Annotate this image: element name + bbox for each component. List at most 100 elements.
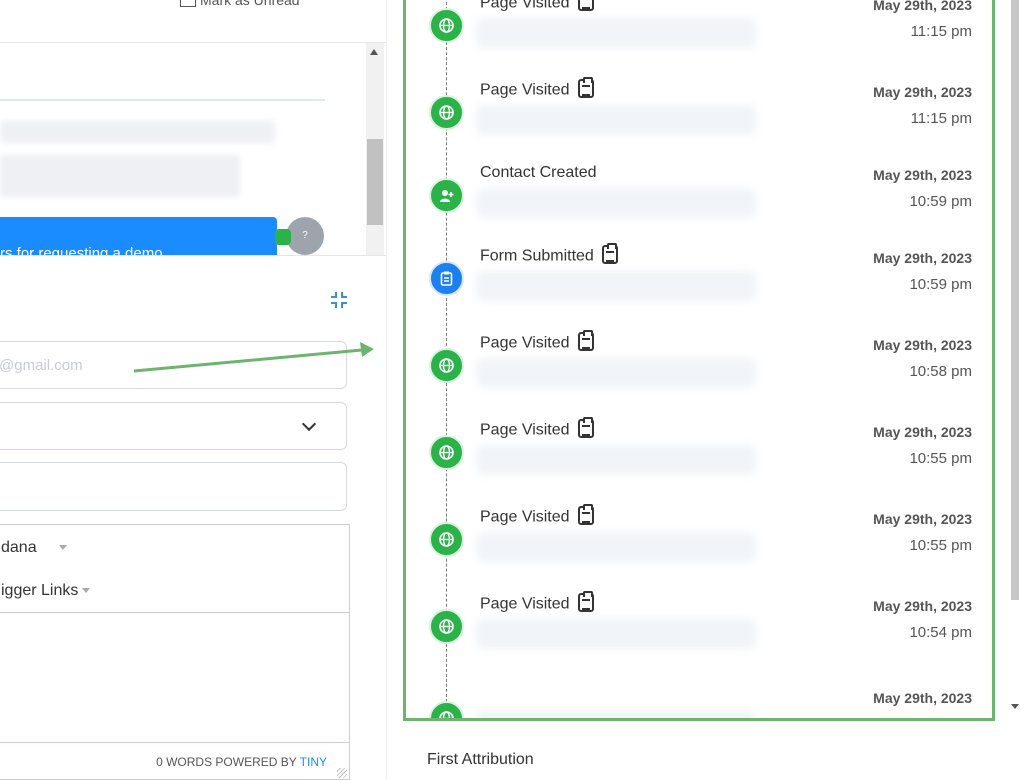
chat-badge-icon (275, 229, 291, 245)
redacted-message (0, 121, 275, 143)
event-title: Page Visited (480, 591, 594, 614)
event-time: 11:15 pm (910, 23, 972, 40)
event-title-text: Page Visited (480, 508, 570, 526)
event-time: 10:59 pm (909, 193, 972, 210)
event-title-text: Form Submitted (480, 247, 594, 265)
scroll-down-icon[interactable] (1011, 704, 1019, 709)
globe-icon (429, 95, 464, 130)
redacted-event-detail (476, 188, 756, 218)
event-title: Page Visited (480, 330, 594, 353)
first-attribution-label: First Attribution (427, 751, 534, 768)
activity-timeline[interactable]: Page Visited May 29th, 2023 11:15 pm Page V… (403, 0, 995, 721)
clipboard-icon[interactable] (577, 77, 594, 98)
event-title: Page Visited (480, 504, 594, 527)
redacted-message (0, 155, 240, 197)
clipboard-icon (429, 261, 464, 296)
email-field-value: @gmail.com (0, 357, 83, 374)
clipboard-icon[interactable] (577, 0, 594, 11)
rich-text-editor[interactable]: dana igger Links 0 WORDS POWERED BY TINY (0, 524, 350, 780)
chat-scrollbar[interactable] (366, 43, 384, 255)
event-time: 10:55 pm (909, 450, 972, 467)
trigger-links-dropdown[interactable]: igger Links (1, 582, 91, 600)
event-time: 11:15 pm (910, 110, 972, 127)
timeline-event[interactable]: Page Visited May 29th, 2023 11:15 pm (406, 0, 992, 81)
avatar: ? (286, 217, 324, 255)
subject-field[interactable] (0, 462, 347, 511)
word-count-label: 0 WORDS POWERED BY (156, 755, 300, 769)
scroll-thumb[interactable] (367, 139, 383, 225)
from-select[interactable] (0, 402, 347, 450)
clipboard-icon[interactable] (577, 591, 594, 612)
event-time: 10:59 pm (909, 276, 972, 293)
event-title-text: Page Visited (480, 334, 570, 352)
timeline-event[interactable]: Page Visited May 29th, 2023 10:58 pm (406, 330, 992, 421)
tiny-link[interactable]: TINY (300, 755, 327, 769)
event-title-text: Contact Created (480, 164, 597, 181)
globe-icon (429, 609, 464, 644)
mark-unread-button[interactable]: Mark as Unread (180, 0, 300, 8)
compose-form: @gmail.com dana igger Links 0 WORDS POWE… (0, 257, 386, 780)
redacted-event-detail (476, 445, 756, 475)
event-date: May 29th, 2023 (873, 0, 972, 13)
event-date: May 29th, 2023 (873, 424, 972, 440)
conversation-pane: Mark as Unread rs for requesting a demo … (0, 0, 386, 780)
add-user-icon (429, 178, 464, 213)
redacted-event-detail (476, 18, 756, 48)
timeline-event[interactable]: Page Visited May 29th, 2023 10:54 pm (406, 591, 992, 682)
scroll-thumb[interactable] (1011, 0, 1019, 600)
event-title: Page Visited (480, 417, 594, 440)
timeline-event[interactable]: Page Visited May 29th, 2023 10:55 pm (406, 417, 992, 508)
redacted-event-detail (476, 105, 756, 135)
caret-down-icon (82, 588, 91, 594)
event-time: 10:55 pm (909, 537, 972, 554)
globe-icon (429, 348, 464, 383)
event-title: Page Visited (480, 0, 594, 13)
redacted-event-detail (476, 271, 756, 301)
event-date: May 29th, 2023 (873, 598, 972, 614)
font-dropdown[interactable]: dana (1, 539, 67, 557)
clipboard-icon[interactable] (577, 504, 594, 525)
event-date: May 29th, 2023 (873, 84, 972, 100)
event-title-text: Page Visited (480, 81, 570, 99)
timeline-event[interactable]: May 29th, 2023 (406, 687, 992, 718)
globe-icon (429, 701, 464, 718)
timeline-event[interactable]: Form Submitted May 29th, 2023 10:59 pm (406, 243, 992, 334)
redacted-event-detail (476, 619, 756, 649)
event-date: May 29th, 2023 (873, 167, 972, 183)
activity-scrollbar[interactable] (1008, 0, 1020, 720)
event-time: 10:58 pm (909, 363, 972, 380)
event-title: Form Submitted (480, 243, 618, 266)
timeline-event[interactable]: Contact Created May 29th, 2023 10:59 pm (406, 164, 992, 251)
redacted-event-detail (476, 532, 756, 562)
divider (0, 99, 325, 101)
word-count: 0 WORDS POWERED BY TINY (156, 755, 327, 769)
caret-down-icon (58, 545, 67, 551)
event-date: May 29th, 2023 (873, 337, 972, 353)
globe-icon (429, 522, 464, 557)
event-date: May 29th, 2023 (873, 511, 972, 527)
event-title-text: Page Visited (480, 0, 570, 12)
envelope-icon (180, 0, 196, 8)
timeline-event[interactable]: Page Visited May 29th, 2023 10:55 pm (406, 504, 992, 595)
annotation-arrow (133, 342, 374, 373)
activity-panel: Page Visited May 29th, 2023 11:15 pm Page V… (386, 0, 1020, 780)
globe-icon (429, 435, 464, 470)
event-title-text: Page Visited (480, 595, 570, 613)
event-date: May 29th, 2023 (873, 250, 972, 266)
clipboard-icon[interactable] (577, 417, 594, 438)
trigger-links-label: igger Links (1, 582, 79, 599)
globe-icon (429, 8, 464, 43)
resize-grip-icon[interactable] (337, 768, 347, 778)
event-title: Page Visited (480, 77, 594, 100)
chat-history[interactable]: rs for requesting a demo ? (0, 42, 386, 256)
clipboard-icon[interactable] (601, 243, 618, 264)
chevron-down-icon (301, 416, 317, 432)
timeline-event[interactable]: Page Visited May 29th, 2023 11:15 pm (406, 77, 992, 168)
scroll-up-icon[interactable] (370, 49, 378, 55)
editor-toolbar: dana igger Links (0, 525, 349, 613)
event-title-text: Page Visited (480, 421, 570, 439)
collapse-icon[interactable] (329, 290, 349, 310)
clipboard-icon[interactable] (577, 330, 594, 351)
event-time: 10:54 pm (909, 624, 972, 641)
font-dropdown-label: dana (1, 539, 37, 556)
